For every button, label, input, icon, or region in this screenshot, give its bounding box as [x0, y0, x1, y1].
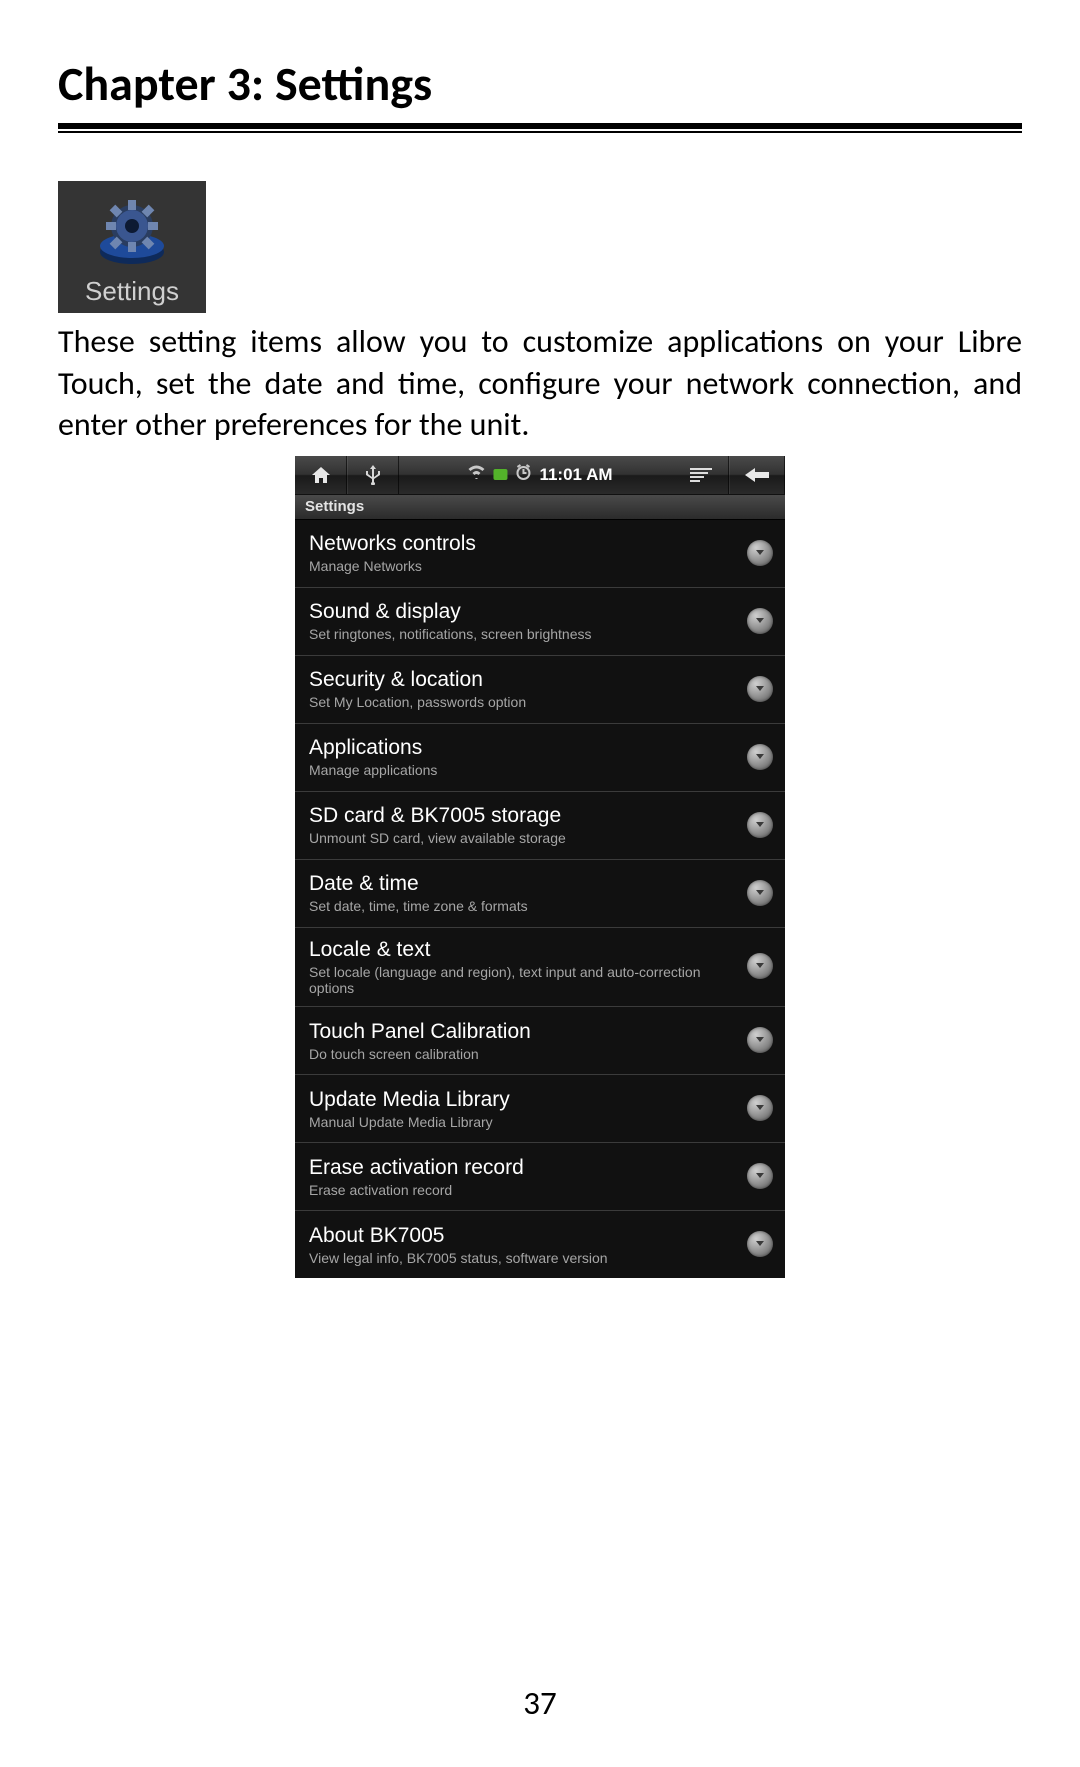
menu-icon[interactable] — [673, 456, 729, 494]
settings-row-title: About BK7005 — [309, 1223, 737, 1248]
chevron-down-icon — [747, 1027, 773, 1053]
settings-row-text: SD card & BK7005 storage Unmount SD card,… — [309, 803, 737, 846]
settings-row-title: Update Media Library — [309, 1087, 737, 1112]
settings-row-text: About BK7005 View legal info, BK7005 stat… — [309, 1223, 737, 1266]
settings-row-text: Applications Manage applications — [309, 735, 737, 778]
divider-thin — [58, 131, 1022, 133]
chevron-down-icon — [747, 1095, 773, 1121]
settings-row[interactable]: Update Media Library Manual Update Media … — [295, 1075, 785, 1143]
settings-row-text: Date & time Set date, time, time zone & f… — [309, 871, 737, 914]
usb-icon — [347, 456, 399, 494]
chevron-down-icon — [747, 1163, 773, 1189]
back-icon[interactable] — [729, 456, 785, 494]
settings-row-text: Erase activation record Erase activation … — [309, 1155, 737, 1198]
settings-row[interactable]: Date & time Set date, time, time zone & f… — [295, 860, 785, 928]
divider-thick — [58, 123, 1022, 129]
settings-row-title: Erase activation record — [309, 1155, 737, 1180]
settings-row[interactable]: About BK7005 View legal info, BK7005 stat… — [295, 1211, 785, 1278]
settings-row-title: Locale & text — [309, 937, 737, 962]
settings-row-subtitle: Set ringtones, notifications, screen bri… — [309, 626, 737, 642]
chevron-down-icon — [747, 608, 773, 634]
settings-row-title: SD card & BK7005 storage — [309, 803, 737, 828]
settings-row-text: Locale & textSet locale (language and re… — [309, 937, 737, 996]
settings-row-text: Security & location Set My Location, pass… — [309, 667, 737, 710]
manual-page: Chapter 3: Settings — [0, 0, 1080, 1767]
settings-row-subtitle: Set My Location, passwords option — [309, 694, 737, 710]
device-screenshot: 11:01 AM Settings Networks controls Manag… — [295, 456, 785, 1278]
settings-row-title: Touch Panel Calibration — [309, 1019, 737, 1044]
chevron-down-icon — [747, 540, 773, 566]
settings-row[interactable]: SD card & BK7005 storage Unmount SD card,… — [295, 792, 785, 860]
settings-row-subtitle: Manage Networks — [309, 558, 737, 574]
settings-row[interactable]: Networks controls Manage Networks — [295, 520, 785, 588]
chapter-title: Chapter 3: Settings — [58, 54, 1022, 113]
settings-row-subtitle: Set locale (language and region), text i… — [309, 964, 737, 996]
settings-row-subtitle: Manage applications — [309, 762, 737, 778]
chevron-down-icon — [747, 1231, 773, 1257]
chevron-down-icon — [747, 744, 773, 770]
settings-row[interactable]: Locale & textSet locale (language and re… — [295, 928, 785, 1007]
chevron-down-icon — [747, 812, 773, 838]
settings-row[interactable]: Erase activation record Erase activation … — [295, 1143, 785, 1211]
settings-app-label: Settings — [85, 276, 179, 307]
settings-row[interactable]: Security & location Set My Location, pass… — [295, 656, 785, 724]
wifi-icon — [467, 465, 485, 484]
settings-row-text: Update Media Library Manual Update Media … — [309, 1087, 737, 1130]
chevron-down-icon — [747, 953, 773, 979]
chevron-down-icon — [747, 880, 773, 906]
settings-row-subtitle: Manual Update Media Library — [309, 1114, 737, 1130]
battery-icon — [493, 469, 507, 480]
settings-row-subtitle: View legal info, BK7005 status, software… — [309, 1250, 737, 1266]
page-number: 37 — [0, 1683, 1080, 1723]
status-bar: 11:01 AM — [295, 456, 785, 495]
status-time: 11:01 AM — [539, 465, 612, 485]
settings-row-subtitle: Erase activation record — [309, 1182, 737, 1198]
settings-row[interactable]: Sound & display Set ringtones, notificati… — [295, 588, 785, 656]
settings-row-title: Networks controls — [309, 531, 737, 556]
home-icon[interactable] — [295, 456, 347, 494]
settings-row-subtitle: Unmount SD card, view available storage — [309, 830, 737, 846]
settings-row[interactable]: Touch Panel Calibration Do touch screen c… — [295, 1007, 785, 1075]
settings-row-text: Sound & display Set ringtones, notificati… — [309, 599, 737, 642]
settings-row[interactable]: Applications Manage applications — [295, 724, 785, 792]
alarm-icon — [515, 464, 531, 485]
settings-row-subtitle: Do touch screen calibration — [309, 1046, 737, 1062]
intro-paragraph: These setting items allow you to customi… — [58, 321, 1022, 446]
settings-row-text: Touch Panel Calibration Do touch screen c… — [309, 1019, 737, 1062]
settings-gear-icon — [93, 196, 171, 268]
settings-header: Settings — [295, 495, 785, 520]
settings-row-title: Security & location — [309, 667, 737, 692]
chevron-down-icon — [747, 676, 773, 702]
settings-row-subtitle: Set date, time, time zone & formats — [309, 898, 737, 914]
settings-app-icon-block: Settings — [58, 181, 206, 313]
settings-row-title: Date & time — [309, 871, 737, 896]
settings-row-text: Networks controls Manage Networks — [309, 531, 737, 574]
settings-list: Networks controls Manage Networks Sound & … — [295, 520, 785, 1278]
status-center: 11:01 AM — [467, 464, 612, 485]
settings-row-title: Applications — [309, 735, 737, 760]
settings-row-title: Sound & display — [309, 599, 737, 624]
